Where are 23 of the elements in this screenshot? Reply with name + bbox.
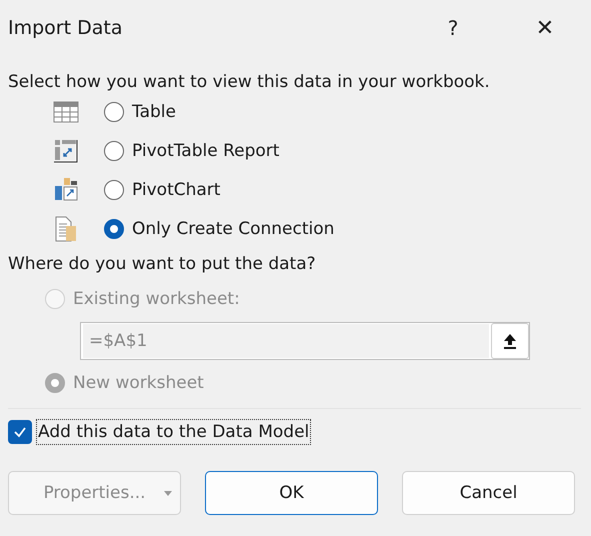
- upload-icon: [503, 333, 517, 349]
- window-title: Import Data: [8, 17, 124, 39]
- section-prompt: Select how you want to view this data in your workbook.: [8, 71, 491, 94]
- option-label[interactable]: Only Create Connection: [132, 219, 334, 239]
- option-label[interactable]: PivotChart: [132, 180, 220, 200]
- close-button[interactable]: ✕: [499, 0, 591, 56]
- pivot-table-icon: [53, 138, 79, 164]
- dialog-button[interactable]: Cancel: [402, 471, 575, 515]
- radio-button[interactable]: [104, 102, 124, 122]
- table-icon: [53, 99, 79, 125]
- help-button[interactable]: ?: [407, 0, 499, 56]
- checkbox[interactable]: [8, 420, 32, 444]
- option-label[interactable]: Table: [132, 102, 176, 122]
- option-label[interactable]: PivotTable Report: [132, 141, 280, 161]
- radio-button[interactable]: [104, 180, 124, 200]
- dialog-button[interactable]: OK: [205, 471, 378, 515]
- caret-icon: [164, 491, 172, 496]
- radio-button[interactable]: [104, 141, 124, 161]
- radio-button[interactable]: [104, 219, 124, 239]
- pivot-chart-icon: [53, 177, 79, 203]
- document-icon: [53, 216, 79, 242]
- section-prompt: Where do you want to put the data?: [8, 253, 317, 276]
- checkbox-label[interactable]: Add this data to the Data Model: [36, 419, 312, 445]
